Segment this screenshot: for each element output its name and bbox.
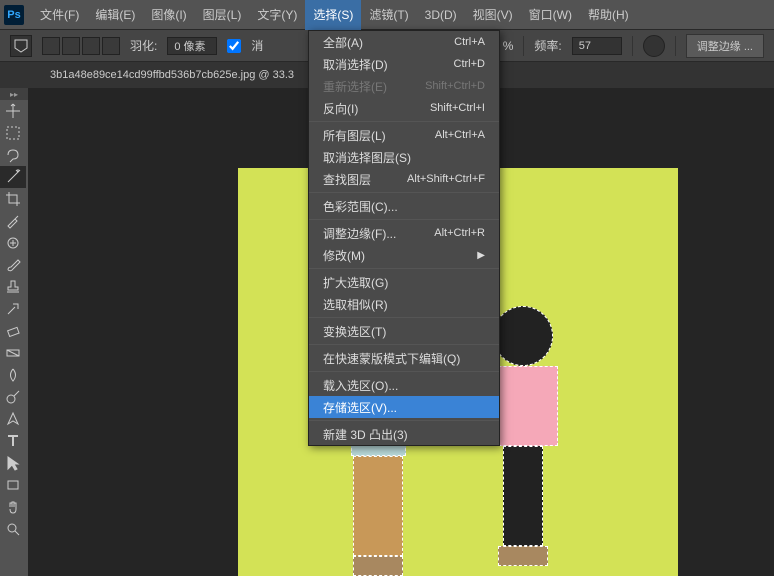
spot-heal-tool[interactable]	[0, 232, 26, 254]
menu-item-重新选择: 重新选择(E)Shift+Ctrl+D	[309, 75, 499, 97]
eyedropper-tool[interactable]	[0, 210, 26, 232]
document-tab[interactable]: 3b1a48e89ce14cd99ffbd536b7cb625e.jpg @ 3…	[40, 69, 304, 81]
menu-item-存储选区[interactable]: 存储选区(V)...	[309, 396, 499, 418]
menu-item-查找图层[interactable]: 查找图层Alt+Shift+Ctrl+F	[309, 168, 499, 190]
menu-separator	[309, 219, 499, 220]
menu-item-变换选区[interactable]: 变换选区(T)	[309, 320, 499, 342]
menu-item-所有图层[interactable]: 所有图层(L)Alt+Ctrl+A	[309, 124, 499, 146]
selection-new-icon[interactable]	[42, 37, 60, 55]
menu-选择[interactable]: 选择(S)	[305, 0, 361, 30]
tool-preset-icon[interactable]	[10, 35, 32, 57]
menu-separator	[309, 121, 499, 122]
menu-视图[interactable]: 视图(V)	[465, 0, 521, 30]
feather-input[interactable]	[167, 37, 217, 55]
pen-tool[interactable]	[0, 408, 26, 430]
menu-窗口[interactable]: 窗口(W)	[521, 0, 580, 30]
menu-item-在快速蒙版模式下编辑[interactable]: 在快速蒙版模式下编辑(Q)	[309, 347, 499, 369]
stamp-tool[interactable]	[0, 276, 26, 298]
refine-edge-button[interactable]: 调整边缘 ...	[686, 34, 764, 58]
select-menu-dropdown: 全部(A)Ctrl+A取消选择(D)Ctrl+D重新选择(E)Shift+Ctr…	[308, 30, 500, 446]
menu-3d[interactable]: 3D(D)	[417, 0, 465, 30]
divider	[632, 36, 633, 56]
blur-tool[interactable]	[0, 364, 26, 386]
menu-item-色彩范围[interactable]: 色彩范围(C)...	[309, 195, 499, 217]
menu-item-选取相似[interactable]: 选取相似(R)	[309, 293, 499, 315]
menu-separator	[309, 420, 499, 421]
type-tool[interactable]	[0, 430, 26, 452]
menu-separator	[309, 192, 499, 193]
pressure-icon[interactable]	[643, 35, 665, 57]
menu-item-反向[interactable]: 反向(I)Shift+Ctrl+I	[309, 97, 499, 119]
menu-item-全部[interactable]: 全部(A)Ctrl+A	[309, 31, 499, 53]
selection-subtract-icon[interactable]	[82, 37, 100, 55]
antialias-checkbox[interactable]	[227, 39, 241, 53]
menubar: Ps 文件(F)编辑(E)图像(I)图层(L)文字(Y)选择(S)滤镜(T)3D…	[0, 0, 774, 30]
divider	[675, 36, 676, 56]
eraser-tool[interactable]	[0, 320, 26, 342]
menu-item-载入选区[interactable]: 载入选区(O)...	[309, 374, 499, 396]
menu-separator	[309, 371, 499, 372]
divider	[523, 36, 524, 56]
percent-label: %	[503, 39, 514, 53]
menu-separator	[309, 344, 499, 345]
selection-mode-group	[42, 37, 120, 55]
hand-tool[interactable]	[0, 496, 26, 518]
marquee-tool[interactable]	[0, 122, 26, 144]
history-brush-tool[interactable]	[0, 298, 26, 320]
wand-tool[interactable]	[0, 166, 26, 188]
menu-图像[interactable]: 图像(I)	[143, 0, 194, 30]
frequency-input[interactable]	[572, 37, 622, 55]
menu-图层[interactable]: 图层(L)	[195, 0, 250, 30]
menu-文件[interactable]: 文件(F)	[32, 0, 87, 30]
dodge-tool[interactable]	[0, 386, 26, 408]
menu-separator	[309, 317, 499, 318]
menu-item-修改[interactable]: 修改(M)▶	[309, 244, 499, 266]
menu-编辑[interactable]: 编辑(E)	[87, 0, 143, 30]
selection-add-icon[interactable]	[62, 37, 80, 55]
menu-滤镜[interactable]: 滤镜(T)	[361, 0, 416, 30]
toolbar-collapse-icon[interactable]: ▸▸	[0, 88, 28, 100]
menu-item-扩大选取[interactable]: 扩大选取(G)	[309, 271, 499, 293]
gradient-tool[interactable]	[0, 342, 26, 364]
menu-item-取消选择[interactable]: 取消选择(D)Ctrl+D	[309, 53, 499, 75]
menu-item-取消选择图层[interactable]: 取消选择图层(S)	[309, 146, 499, 168]
menu-帮助[interactable]: 帮助(H)	[580, 0, 637, 30]
move-tool[interactable]	[0, 100, 26, 122]
menu-item-调整边缘[interactable]: 调整边缘(F)...Alt+Ctrl+R	[309, 222, 499, 244]
feather-label: 羽化:	[130, 37, 157, 54]
menu-文字[interactable]: 文字(Y)	[249, 0, 305, 30]
frequency-label: 频率:	[534, 37, 561, 54]
menu-item-新建 3D 凸出[interactable]: 新建 3D 凸出(3)	[309, 423, 499, 445]
antialias-label: 消	[251, 37, 263, 54]
selection-intersect-icon[interactable]	[102, 37, 120, 55]
tools-panel: ▸▸	[0, 88, 28, 540]
zoom-tool[interactable]	[0, 518, 26, 540]
menu-separator	[309, 268, 499, 269]
rectangle-tool[interactable]	[0, 474, 26, 496]
brush-tool[interactable]	[0, 254, 26, 276]
app-logo: Ps	[4, 5, 24, 25]
path-select-tool[interactable]	[0, 452, 26, 474]
lasso-tool[interactable]	[0, 144, 26, 166]
crop-tool[interactable]	[0, 188, 26, 210]
